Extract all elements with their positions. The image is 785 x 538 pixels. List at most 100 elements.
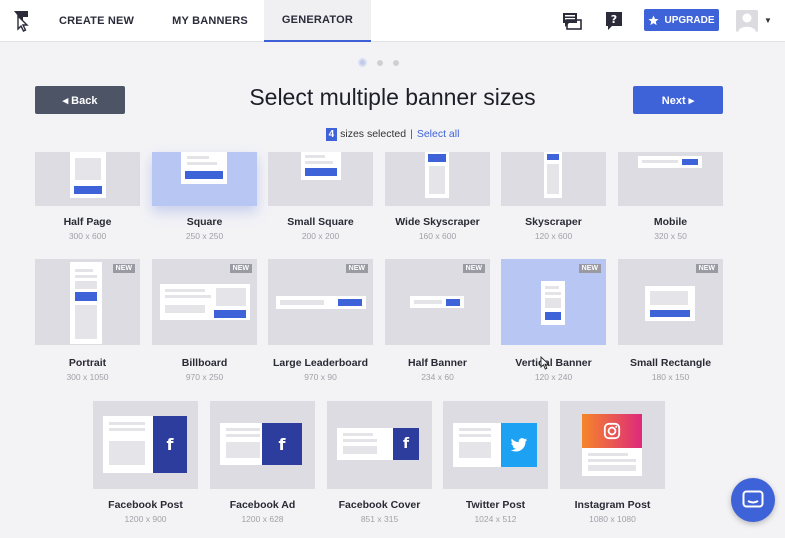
banner-name: Half Page — [63, 216, 112, 228]
banner-thumbnail: NEW — [152, 259, 257, 345]
banner-name: Small Rectangle — [629, 357, 712, 369]
top-bar: CREATE NEW MY BANNERS GENERATOR ? UPGRAD… — [0, 0, 785, 42]
banner-card-facebook-ad[interactable]: f Facebook Ad 1200 x 628 — [210, 401, 315, 524]
banner-card-instagram-post[interactable]: Instagram Post 1080 x 1080 — [560, 401, 665, 524]
avatar[interactable] — [736, 10, 758, 32]
banner-dims: 320 x 50 — [654, 231, 687, 241]
step-dot-3 — [393, 59, 399, 66]
new-badge: NEW — [578, 264, 601, 273]
banner-name: Small Square — [287, 216, 354, 228]
banner-card-twitter-post[interactable]: Twitter Post 1024 x 512 — [443, 401, 548, 524]
new-badge: NEW — [462, 264, 485, 273]
banner-card-portrait[interactable]: NEW Portrait 300 x 1050 — [35, 259, 140, 382]
facebook-icon: f — [153, 416, 187, 473]
new-badge: NEW — [112, 264, 135, 273]
banner-thumbnail — [618, 152, 723, 206]
upgrade-label: UPGRADE — [664, 14, 715, 26]
banner-card-wide-skyscraper[interactable]: Wide Skyscraper 160 x 600 — [385, 152, 490, 256]
banner-name: Skyscraper — [525, 216, 582, 228]
banner-name: Half Banner — [408, 357, 467, 369]
banner-dims: 851 x 315 — [360, 514, 399, 524]
banner-thumbnail — [385, 152, 490, 206]
banner-dims: 970 x 90 — [304, 372, 337, 382]
twitter-icon — [501, 423, 537, 467]
banner-name: Mobile — [653, 216, 688, 228]
step-dot-1 — [358, 58, 367, 67]
mouse-cursor-icon — [540, 356, 550, 370]
instagram-icon — [582, 414, 642, 448]
star-icon — [648, 14, 660, 25]
banner-card-half-banner[interactable]: NEW Half Banner 234 x 60 — [385, 259, 490, 382]
banner-thumbnail — [443, 401, 548, 489]
banner-name: Facebook Cover — [338, 499, 421, 511]
banner-card-small-square[interactable]: Small Square 200 x 200 — [268, 152, 373, 256]
banner-dims: 300 x 1050 — [66, 372, 109, 382]
banner-card-half-page[interactable]: Half Page 300 x 600 — [35, 152, 140, 256]
tab-generator[interactable]: GENERATOR — [263, 0, 371, 42]
banner-card-mobile[interactable]: Mobile 320 x 50 — [618, 152, 723, 256]
banner-card-small-rectangle[interactable]: NEW Small Rectangle 180 x 150 — [618, 259, 723, 382]
step-dot-2 — [377, 59, 383, 66]
banner-dims: 970 x 250 — [185, 372, 224, 382]
banner-thumbnail: f — [210, 401, 315, 489]
live-chat-button[interactable] — [731, 478, 775, 522]
caret-down-icon[interactable]: ▼ — [764, 16, 772, 25]
banner-thumbnail — [268, 152, 373, 206]
banner-dims: 1024 x 512 — [474, 514, 517, 524]
chat-icon[interactable] — [562, 11, 582, 31]
help-icon[interactable]: ? — [605, 11, 623, 31]
banner-card-square[interactable]: Square 250 x 250 — [152, 152, 257, 256]
banner-thumbnail: f — [93, 401, 198, 489]
step-indicator — [358, 58, 399, 67]
banner-dims: 1080 x 1080 — [589, 514, 636, 524]
tab-my-banners[interactable]: MY BANNERS — [160, 0, 260, 42]
banner-dims: 1200 x 628 — [241, 514, 284, 524]
banner-card-facebook-cover[interactable]: f Facebook Cover 851 x 315 — [327, 401, 432, 524]
banner-thumbnail — [152, 152, 257, 206]
banner-thumbnail: f — [327, 401, 432, 489]
banner-card-billboard[interactable]: NEW Billboard 970 x 250 — [152, 259, 257, 382]
banner-thumbnail — [560, 401, 665, 489]
next-button[interactable]: Next ▸ — [633, 86, 723, 114]
banner-name: Billboard — [181, 357, 228, 369]
banner-dims: 160 x 600 — [418, 231, 457, 241]
banner-name: Facebook Ad — [229, 499, 296, 511]
banner-thumbnail — [501, 152, 606, 206]
chat-bubble-icon — [742, 490, 764, 508]
banner-card-skyscraper[interactable]: Skyscraper 120 x 600 — [501, 152, 606, 256]
select-all-link[interactable]: Select all — [417, 128, 460, 140]
new-badge: NEW — [695, 264, 718, 273]
upgrade-button[interactable]: UPGRADE — [644, 9, 719, 31]
banner-name: Facebook Post — [108, 499, 183, 511]
banner-dims: 1200 x 900 — [124, 514, 167, 524]
svg-text:?: ? — [611, 13, 617, 26]
facebook-icon: f — [262, 423, 302, 465]
new-badge: NEW — [345, 264, 368, 273]
banner-thumbnail: NEW — [618, 259, 723, 345]
selected-count-badge: 4 — [325, 128, 338, 141]
banner-thumbnail — [35, 152, 140, 206]
banner-name: Square — [186, 216, 223, 228]
banner-card-large-leaderboard[interactable]: NEW Large Leaderboard 970 x 90 — [268, 259, 373, 382]
banner-name: Instagram Post — [574, 499, 651, 511]
banner-dims: 234 x 60 — [421, 372, 454, 382]
banner-thumbnail: NEW — [385, 259, 490, 345]
banner-card-facebook-post[interactable]: f Facebook Post 1200 x 900 — [93, 401, 198, 524]
banner-thumbnail: NEW — [268, 259, 373, 345]
selection-summary: 4 sizes selected | Select all — [0, 128, 785, 141]
banner-dims: 250 x 250 — [185, 231, 224, 241]
selected-text: sizes selected — [340, 128, 407, 140]
banner-dims: 120 x 240 — [534, 372, 573, 382]
tab-create-new[interactable]: CREATE NEW — [47, 0, 146, 42]
banner-dims: 300 x 600 — [68, 231, 107, 241]
logo-icon[interactable] — [12, 9, 32, 33]
banner-card-vertical-banner[interactable]: NEW Vertical Banner 120 x 240 — [501, 259, 606, 382]
banner-thumbnail: NEW — [501, 259, 606, 345]
banner-name: Portrait — [68, 357, 107, 369]
separator: | — [410, 128, 413, 140]
banner-name: Twitter Post — [465, 499, 526, 511]
banner-thumbnail: NEW — [35, 259, 140, 345]
main-nav: CREATE NEW MY BANNERS GENERATOR — [47, 0, 371, 42]
banner-dims: 180 x 150 — [651, 372, 690, 382]
new-badge: NEW — [229, 264, 252, 273]
